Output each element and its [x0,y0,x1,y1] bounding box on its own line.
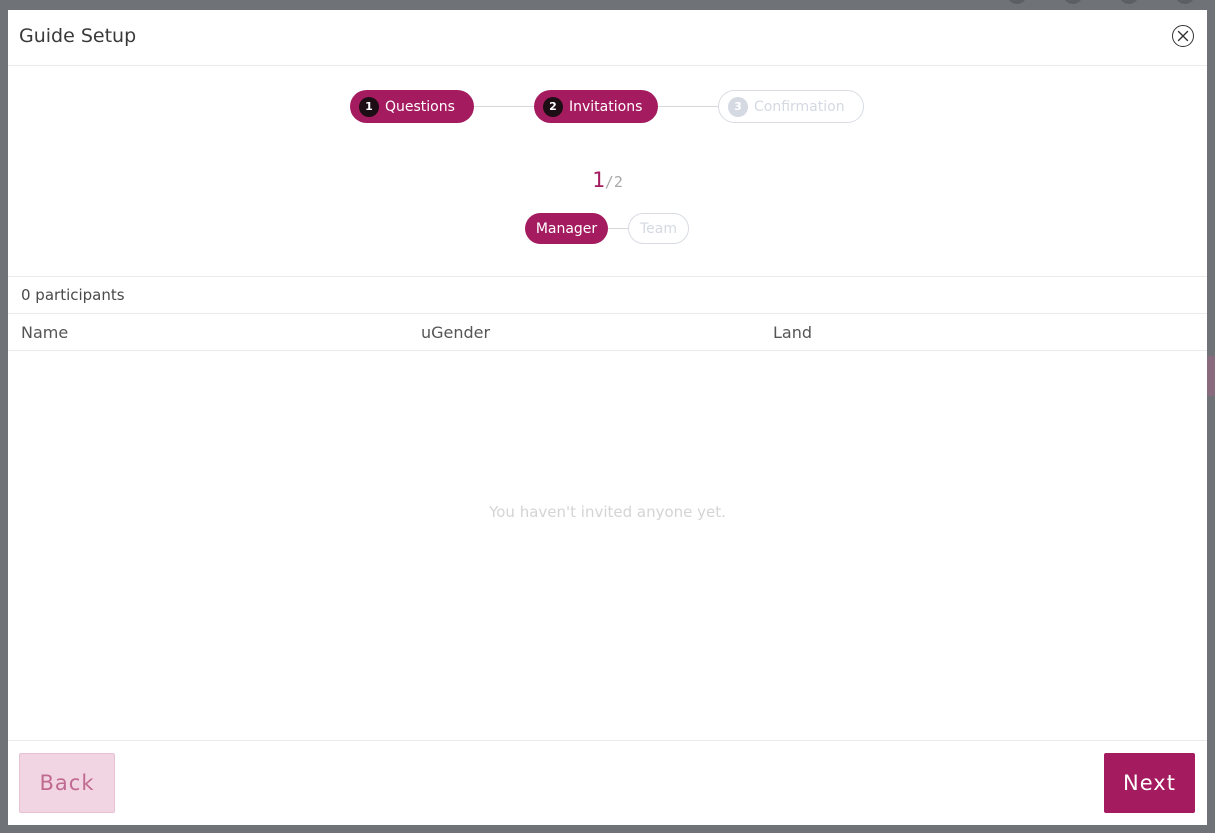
page-total: 2 [613,173,623,191]
background-icon [1007,0,1027,4]
step-number: 2 [543,96,563,117]
empty-state-message: You haven't invited anyone yet. [489,503,726,521]
progress-stepper: 1 Questions 2 Invitations 3 Confirmation [8,90,1207,126]
background-icon [1063,0,1083,4]
substep-manager[interactable]: Manager [525,213,608,244]
step-confirmation[interactable]: 3 Confirmation [718,90,864,123]
background-toolbar [1007,0,1195,10]
participants-count-bar: 0 participants [8,276,1207,314]
next-button[interactable]: Next [1104,753,1195,813]
modal-title: Guide Setup [19,25,137,47]
guide-setup-modal: Guide Setup 1 Questions 2 Invitations 3 … [8,10,1207,825]
step-label: Questions [385,98,455,115]
page-separator: / [604,173,614,191]
close-icon [1177,30,1189,42]
substep-team[interactable]: Team [628,213,689,244]
step-number: 1 [359,96,379,117]
close-button[interactable] [1172,25,1194,47]
background-icon [1175,0,1195,4]
column-header-name[interactable]: Name [21,323,68,342]
step-label: Confirmation [754,98,845,115]
modal-header: Guide Setup [8,10,1207,66]
page-current: 1 [592,168,605,192]
step-questions[interactable]: 1 Questions [350,90,474,123]
modal-footer: Back Next [8,740,1207,825]
page-indicator: 1/2 [8,168,1207,192]
column-header-land[interactable]: Land [773,323,812,342]
step-connector [473,106,535,107]
back-button[interactable]: Back [19,753,115,813]
background-side-tab [1207,356,1215,396]
participants-table-header: Name uGender Land [8,314,1207,351]
invitation-substeps: Manager Team [8,213,1207,244]
background-icon [1119,0,1139,4]
step-connector [658,106,720,107]
substep-connector [606,228,628,229]
participants-count: 0 participants [21,286,125,304]
step-label: Invitations [569,98,643,115]
step-invitations[interactable]: 2 Invitations [534,90,658,123]
column-header-gender[interactable]: uGender [421,323,490,342]
step-number: 3 [728,96,748,117]
